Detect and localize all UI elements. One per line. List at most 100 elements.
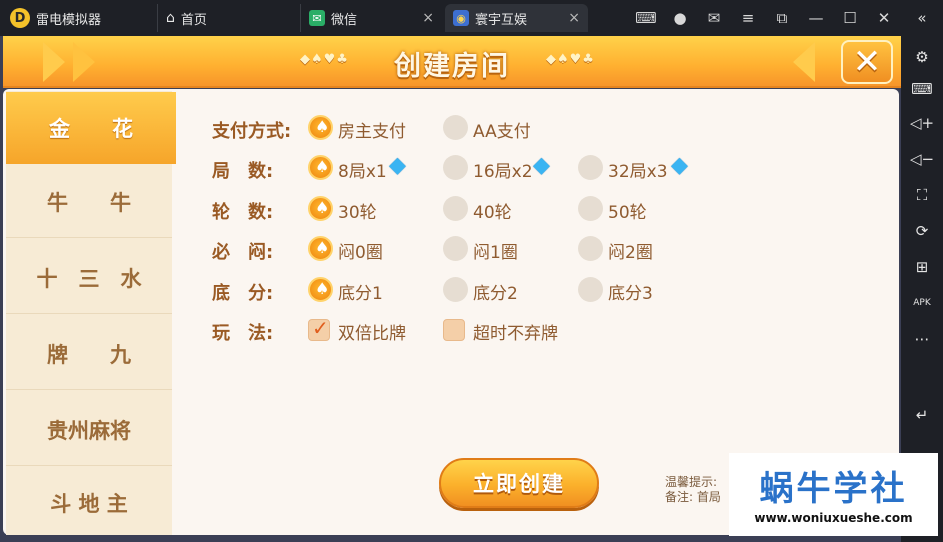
record-icon[interactable]: ⟳ — [901, 218, 943, 244]
payment-owner-text: 房主支付 — [338, 122, 406, 142]
stuffy-2-radio[interactable] — [578, 236, 603, 261]
screenshot-icon[interactable]: ⛶ — [901, 182, 943, 208]
turns-40-text: 40轮 — [473, 203, 512, 223]
restore-icon[interactable]: ⧉ — [765, 0, 799, 36]
header-chevron-deco — [43, 42, 65, 82]
tab-home[interactable]: ⌂ 首页 — [157, 4, 297, 32]
app-name: 雷电模拟器 — [36, 12, 102, 28]
add-window-icon[interactable]: ⊞ — [901, 254, 943, 280]
turns-50-radio[interactable] — [578, 196, 603, 221]
double-compare-text: 双倍比牌 — [338, 324, 406, 344]
diamond-icon: ◆ — [389, 153, 406, 178]
category-paijiu[interactable]: 牌 九 — [6, 318, 172, 390]
dialog-close-button[interactable]: ✕ — [841, 40, 893, 84]
double-compare-checkbox[interactable] — [308, 316, 330, 341]
rounds-16-text: 16局x2 — [473, 162, 533, 182]
rounds-16-radio[interactable] — [443, 155, 468, 180]
base-score-2-radio[interactable] — [443, 277, 468, 302]
base-score-2-text: 底分2 — [473, 284, 518, 304]
wechat-icon: ✉ — [309, 10, 325, 26]
base-score-1-radio[interactable] — [308, 277, 333, 302]
rules-label: 玩 法: — [212, 323, 274, 344]
title-left-deco: ◆♠♥♣ — [300, 52, 349, 67]
collapse-sidebar-icon[interactable]: « — [901, 0, 943, 36]
base-score-1-text: 底分1 — [338, 284, 383, 304]
turns-30-text: 30轮 — [338, 203, 377, 223]
category-jinhua[interactable]: 金 花 — [6, 92, 176, 164]
category-niuniu[interactable]: 牛 牛 — [6, 166, 172, 238]
rounds-label: 局 数: — [212, 161, 274, 182]
menu-icon[interactable]: ≡ — [731, 0, 765, 36]
category-label: 十 三 水 — [36, 266, 142, 291]
no-fold-timeout-text: 超时不弃牌 — [473, 324, 558, 344]
volume-up-icon[interactable]: ◁+ — [901, 110, 943, 136]
create-room-button[interactable]: 立即创建 — [439, 458, 599, 508]
watermark: 蜗牛学社 www.woniuxueshe.com — [729, 453, 938, 536]
base-score-label: 底 分: — [212, 283, 274, 304]
account-icon[interactable]: ● — [663, 0, 697, 36]
close-tab-wechat-icon[interactable]: × — [422, 10, 434, 26]
stuffy-1-radio[interactable] — [443, 236, 468, 261]
diamond-icon: ◆ — [671, 153, 688, 178]
category-shisanshui[interactable]: 十 三 水 — [6, 242, 172, 314]
app-brand[interactable]: D 雷电模拟器 — [10, 8, 101, 28]
settings-icon[interactable]: ⚙ — [901, 44, 943, 70]
base-score-3-text: 底分3 — [608, 284, 653, 304]
rounds-32-text: 32局x3 — [608, 162, 668, 182]
payment-aa-text: AA支付 — [473, 122, 531, 142]
apk-install-icon[interactable]: APK — [901, 290, 943, 316]
game-icon: ◉ — [453, 10, 469, 26]
stuffy-0-text: 闷0圈 — [338, 243, 383, 263]
category-guizhou-mahjong[interactable]: 贵州麻将 — [6, 394, 172, 466]
category-label: 牌 九 — [47, 342, 131, 367]
watermark-url: www.woniuxueshe.com — [754, 511, 913, 525]
diamond-icon: ◆ — [533, 153, 550, 178]
category-label: 金 花 — [49, 117, 133, 141]
turns-30-radio[interactable] — [308, 196, 333, 221]
rounds-8-text: 8局x1 — [338, 162, 387, 182]
more-icon[interactable]: ⋯ — [901, 326, 943, 352]
rounds-32-radio[interactable] — [578, 155, 603, 180]
tab-wechat-label: 微信 — [331, 12, 358, 28]
category-label: 贵州麻将 — [47, 418, 131, 443]
category-label: 斗 地 主 — [50, 492, 128, 516]
payment-aa-radio[interactable] — [443, 115, 468, 140]
close-tab-game-icon[interactable]: × — [568, 10, 580, 26]
dialog-title: 创建房间 — [394, 51, 510, 82]
minimize-icon[interactable]: — — [799, 0, 833, 36]
gamepad-icon[interactable]: ⌨ — [629, 0, 663, 36]
tab-game[interactable]: ◉ 寰宇互娱 × — [445, 4, 588, 32]
volume-down-icon[interactable]: ◁− — [901, 146, 943, 172]
maximize-icon[interactable]: ☐ — [833, 0, 867, 36]
mail-icon[interactable]: ✉ — [697, 0, 731, 36]
stuffy-1-text: 闷1圈 — [473, 243, 518, 263]
category-doudizhu[interactable]: 斗 地 主 — [6, 470, 172, 536]
close-window-icon[interactable]: ✕ — [867, 0, 901, 36]
base-score-3-radio[interactable] — [578, 277, 603, 302]
rounds-8-radio[interactable] — [308, 155, 333, 180]
tab-wechat[interactable]: ✉ 微信 × — [300, 4, 442, 32]
payment-owner-radio[interactable] — [308, 115, 333, 140]
emulator-titlebar: D 雷电模拟器 ⌂ 首页 ✉ 微信 × ◉ 寰宇互娱 × ⌨ ● ✉ ≡ ⧉ —… — [0, 0, 943, 36]
tab-game-label: 寰宇互娱 — [475, 12, 528, 28]
header-chevron-deco — [73, 42, 95, 82]
turns-label: 轮 数: — [212, 202, 274, 223]
keyboard-icon[interactable]: ⌨ — [901, 76, 943, 102]
header-chevron-deco — [793, 42, 815, 82]
tip-line-2: 备注: 首局 — [665, 490, 721, 504]
no-fold-timeout-checkbox[interactable] — [443, 319, 465, 341]
tab-home-label: 首页 — [180, 12, 207, 28]
watermark-title: 蜗牛学社 — [759, 469, 908, 509]
stuffy-0-radio[interactable] — [308, 236, 333, 261]
payment-label: 支付方式: — [212, 121, 292, 142]
turns-50-text: 50轮 — [608, 203, 647, 223]
title-right-deco: ◆♠♥♣ — [546, 52, 595, 67]
dialog-header: ◆♠♥♣ 创建房间 ◆♠♥♣ ✕ — [3, 36, 901, 88]
home-icon: ⌂ — [166, 10, 175, 26]
back-icon[interactable]: ↵ — [901, 402, 943, 428]
category-label: 牛 牛 — [47, 190, 131, 215]
app-logo-icon: D — [10, 8, 30, 28]
turns-40-radio[interactable] — [443, 196, 468, 221]
stuffy-2-text: 闷2圈 — [608, 243, 653, 263]
stuffy-label: 必 闷: — [212, 242, 274, 263]
